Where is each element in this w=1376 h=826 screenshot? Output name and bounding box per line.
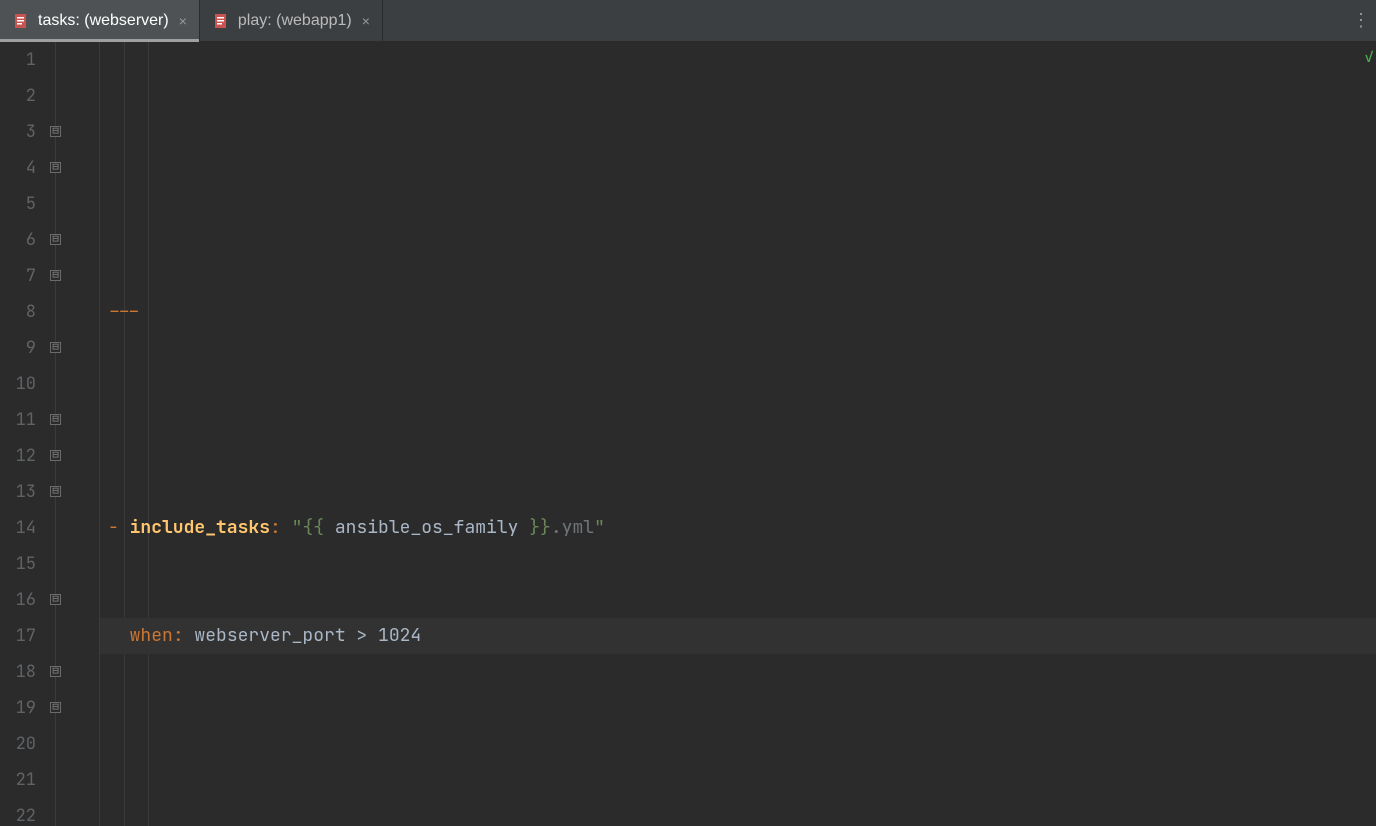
line-number: 20 (0, 726, 36, 762)
line-number: 1 (0, 42, 36, 78)
fold-toggle-icon[interactable]: ⊟ (50, 486, 61, 497)
line-number: 2 (0, 78, 36, 114)
line-number: 5 (0, 186, 36, 222)
code-area[interactable]: --- - include_tasks: "{{ ansible_os_fami… (100, 42, 1376, 826)
line-number: 21 (0, 762, 36, 798)
analysis-ok-icon: ✓ (1362, 46, 1376, 66)
code-line (108, 402, 1376, 438)
line-number: 13 (0, 474, 36, 510)
line-number: 12 (0, 438, 36, 474)
gutter: 1 2 3 4 5 6 7 8 9 10 11 12 13 14 15 16 1… (0, 42, 50, 826)
tab-tasks-webserver[interactable]: tasks: (webserver) × (0, 0, 200, 41)
fold-toggle-icon[interactable]: ⊟ (50, 162, 61, 173)
line-number: 17 (0, 618, 36, 654)
tab-bar: tasks: (webserver) × play: (webapp1) × ⋮ (0, 0, 1376, 42)
line-number: 22 (0, 798, 36, 826)
line-number: 8 (0, 294, 36, 330)
fold-toggle-icon[interactable]: ⊟ (50, 414, 61, 425)
line-number: 3 (0, 114, 36, 150)
line-number: 11 (0, 402, 36, 438)
close-icon[interactable]: × (362, 13, 370, 29)
editor-window: tasks: (webserver) × play: (webapp1) × ⋮… (0, 0, 1376, 826)
fold-toggle-icon[interactable]: ⊟ (50, 702, 61, 713)
tab-label: play: (webapp1) (238, 12, 352, 30)
yaml-file-icon (14, 13, 30, 29)
tab-play-webapp1[interactable]: play: (webapp1) × (200, 0, 383, 41)
close-icon[interactable]: × (179, 13, 187, 29)
tab-label: tasks: (webserver) (38, 12, 169, 30)
line-number: 18 (0, 654, 36, 690)
fold-toggle-icon[interactable]: ⊟ (50, 342, 61, 353)
line-number: 16 (0, 582, 36, 618)
line-number: 14 (0, 510, 36, 546)
line-number: 7 (0, 258, 36, 294)
fold-toggle-icon[interactable]: ⊟ (50, 234, 61, 245)
fold-toggle-icon[interactable]: ⊟ (50, 126, 61, 137)
fold-toggle-icon[interactable]: ⊟ (50, 450, 61, 461)
code-line: - include_tasks: "{{ ansible_os_family }… (108, 510, 1376, 546)
line-number: 15 (0, 546, 36, 582)
fold-column: ⊟ ⊟ ⊟ ⊟ ⊟ ⊟ ⊟ ⊟ ⊟ ⊟ ⊟ (50, 42, 100, 826)
fold-toggle-icon[interactable]: ⊟ (50, 666, 61, 677)
code-line: --- (108, 294, 1376, 330)
line-number: 9 (0, 330, 36, 366)
yaml-file-icon (214, 13, 230, 29)
line-number: 10 (0, 366, 36, 402)
editor[interactable]: 1 2 3 4 5 6 7 8 9 10 11 12 13 14 15 16 1… (0, 42, 1376, 826)
line-number: 4 (0, 150, 36, 186)
tabs-overflow-button[interactable]: ⋮ (1352, 0, 1370, 41)
line-number: 19 (0, 690, 36, 726)
fold-toggle-icon[interactable]: ⊟ (50, 270, 61, 281)
code-line (108, 726, 1376, 762)
fold-toggle-icon[interactable]: ⊟ (50, 594, 61, 605)
code-line: when: webserver_port > 1024 (108, 618, 1376, 654)
line-number: 6 (0, 222, 36, 258)
